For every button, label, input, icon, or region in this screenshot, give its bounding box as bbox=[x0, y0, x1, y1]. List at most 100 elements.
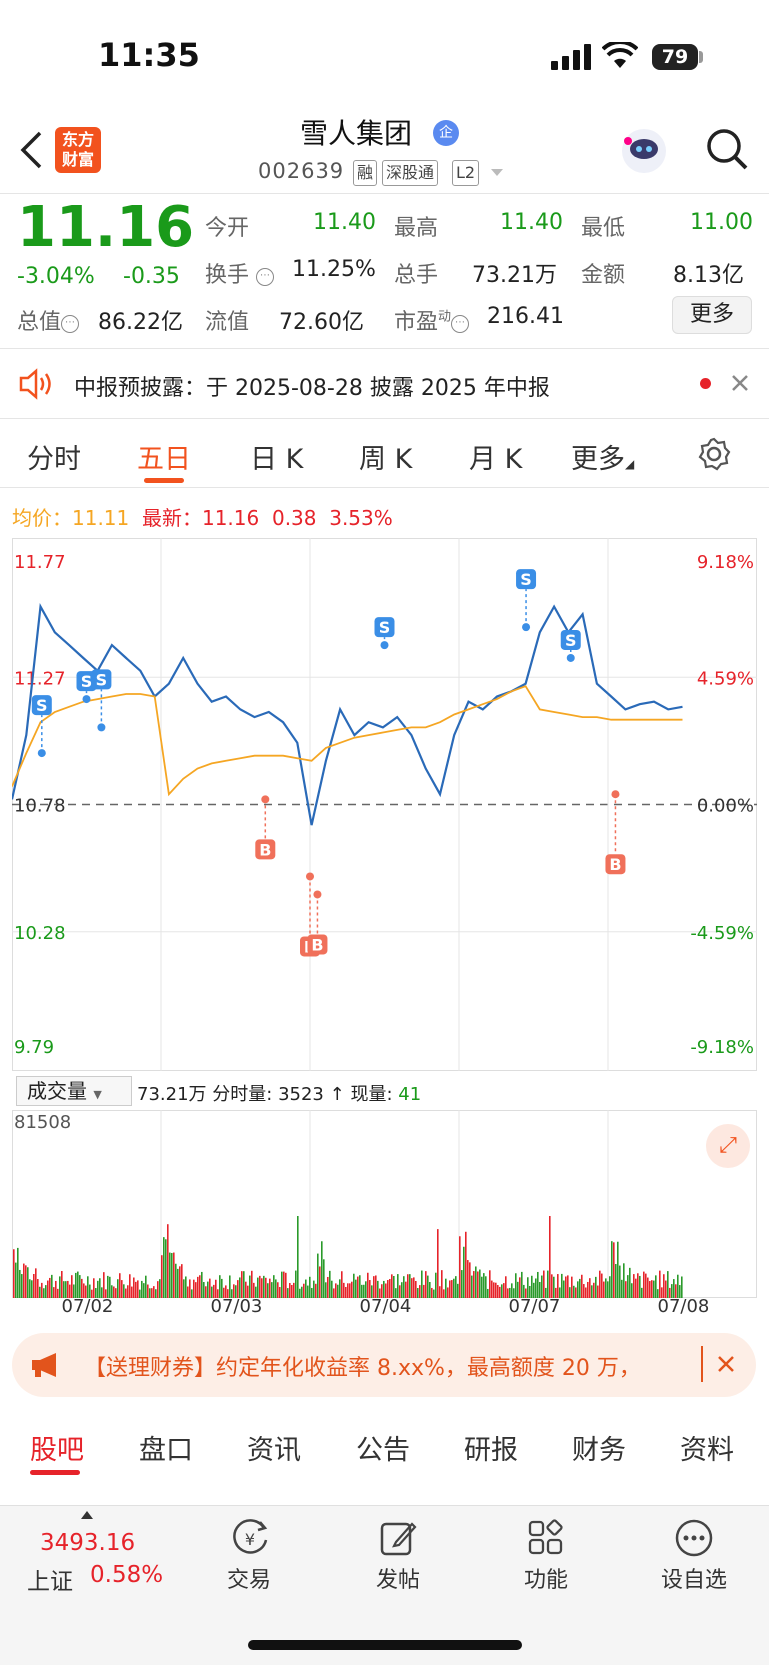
open-value: 11.40 bbox=[313, 210, 376, 235]
status-time: 11:35 bbox=[98, 36, 200, 74]
stock-code: 002639 bbox=[258, 159, 345, 183]
tab-monthly-k[interactable]: 月 K bbox=[469, 437, 522, 476]
volume-bar bbox=[463, 1246, 465, 1298]
trade-icon[interactable]: ¥ bbox=[230, 1518, 270, 1558]
more-button[interactable]: 更多 bbox=[672, 296, 752, 334]
volume-bar bbox=[485, 1276, 487, 1298]
volume-bar bbox=[393, 1276, 395, 1298]
expand-icon[interactable]: ⤢ bbox=[706, 1124, 750, 1168]
volume-bar bbox=[567, 1275, 569, 1298]
volume-bar bbox=[611, 1241, 613, 1298]
chevron-down-icon[interactable] bbox=[490, 168, 504, 178]
high-value: 11.40 bbox=[500, 210, 563, 235]
index-value[interactable]: 3493.16 bbox=[40, 1530, 135, 1556]
tab-news[interactable]: 资讯 bbox=[247, 1428, 301, 1467]
tab-five-day[interactable]: 五日 bbox=[137, 437, 191, 476]
volume-bar bbox=[541, 1275, 543, 1298]
divider bbox=[0, 348, 769, 349]
marker-dot bbox=[261, 795, 270, 804]
volume-bar bbox=[283, 1271, 285, 1298]
volume-bar bbox=[181, 1264, 183, 1298]
volume-bar bbox=[133, 1277, 135, 1298]
y-tick-label-left: 10.28 bbox=[14, 923, 66, 944]
volume-frame bbox=[12, 1110, 757, 1298]
index-pct[interactable]: 0.58% bbox=[90, 1562, 163, 1588]
banner-divider bbox=[701, 1346, 703, 1382]
close-icon[interactable] bbox=[717, 1355, 735, 1373]
nav-trade[interactable]: 交易 bbox=[199, 1562, 299, 1594]
volume-bar bbox=[17, 1247, 19, 1298]
volume-chart[interactable] bbox=[12, 1110, 757, 1298]
chevron-up-icon[interactable] bbox=[80, 1510, 94, 1520]
volume-bar bbox=[553, 1276, 555, 1298]
close-icon[interactable] bbox=[731, 374, 749, 392]
marker-dot bbox=[313, 890, 322, 899]
info-icon[interactable]: ⋯ bbox=[451, 315, 470, 333]
low-value: 11.00 bbox=[690, 210, 753, 235]
wifi-icon bbox=[602, 42, 638, 68]
volume-bar bbox=[623, 1263, 625, 1298]
info-icon[interactable]: ⋯ bbox=[61, 315, 80, 333]
volume-bar bbox=[281, 1271, 283, 1298]
volume-bar bbox=[527, 1277, 529, 1298]
functions-icon[interactable] bbox=[526, 1518, 566, 1558]
megaphone-icon bbox=[32, 1353, 56, 1377]
stock-title: 雪人集团 bbox=[300, 117, 413, 150]
volume-bar bbox=[321, 1241, 323, 1298]
volume-bar bbox=[175, 1263, 177, 1298]
nav-watchlist[interactable]: 设自选 bbox=[644, 1562, 744, 1594]
volume-bar bbox=[427, 1275, 429, 1298]
volume-bar bbox=[79, 1275, 81, 1298]
volume-bar bbox=[129, 1274, 131, 1298]
volume-bar bbox=[249, 1275, 251, 1298]
volume-bar bbox=[613, 1242, 615, 1298]
volume-bar bbox=[103, 1272, 105, 1298]
pe-label: 市盈动 ⋯ bbox=[394, 304, 470, 336]
nav-post[interactable]: 发帖 bbox=[348, 1562, 448, 1594]
tab-weekly-k[interactable]: 周 K bbox=[359, 437, 412, 476]
info-icon[interactable]: ⋯ bbox=[256, 268, 275, 286]
volume-bar bbox=[357, 1276, 359, 1298]
volume-bar bbox=[465, 1231, 467, 1298]
volume-bar bbox=[173, 1252, 175, 1298]
indicator-select[interactable]: 成交量 ▼ bbox=[16, 1076, 132, 1106]
volume-bar bbox=[367, 1272, 369, 1298]
more-icon[interactable] bbox=[674, 1518, 714, 1558]
tab-forum[interactable]: 股吧 bbox=[30, 1428, 84, 1467]
x-tick-label: 07/08 bbox=[657, 1296, 710, 1317]
tab-research[interactable]: 研报 bbox=[464, 1428, 518, 1467]
volume-bar bbox=[627, 1275, 629, 1298]
volume-bar bbox=[75, 1272, 77, 1298]
tab-orderbook[interactable]: 盘口 bbox=[139, 1428, 193, 1467]
volume-bar bbox=[599, 1270, 601, 1298]
search-icon[interactable] bbox=[705, 127, 749, 171]
nav-functions[interactable]: 功能 bbox=[496, 1562, 596, 1594]
marker-label: S bbox=[565, 631, 577, 650]
volume-bar bbox=[471, 1275, 473, 1298]
settings-icon[interactable] bbox=[697, 437, 731, 471]
index-name[interactable]: 上证 bbox=[27, 1562, 73, 1596]
tab-announcements[interactable]: 公告 bbox=[356, 1428, 410, 1467]
notice-text[interactable]: 中报预披露：于 2025-08-28 披露 2025 年中报 bbox=[74, 370, 550, 402]
promo-text[interactable]: 【送理财券】约定年化收益率 8.xx%，最高额度 20 万， bbox=[84, 1350, 704, 1382]
tab-intraday[interactable]: 分时 bbox=[27, 437, 81, 476]
volume-bar bbox=[375, 1275, 377, 1298]
unread-dot bbox=[700, 378, 711, 389]
tab-daily-k[interactable]: 日 K bbox=[250, 437, 303, 476]
divider bbox=[0, 193, 769, 194]
volume-bar bbox=[473, 1271, 475, 1298]
tab-more[interactable]: 更多◢ bbox=[571, 437, 634, 476]
volume-bar bbox=[23, 1263, 25, 1298]
volume-bar bbox=[601, 1273, 603, 1298]
five-day-price-chart[interactable]: 11.77 11.27 10.78 10.28 9.79 9.18% 4.59% 0.00% -… bbox=[12, 538, 757, 1071]
volume-bar bbox=[179, 1266, 181, 1298]
tab-profile[interactable]: 资料 bbox=[680, 1428, 734, 1467]
volume-bar bbox=[51, 1274, 53, 1298]
robot-avatar-icon[interactable] bbox=[620, 127, 668, 175]
float-value: 72.60亿 bbox=[279, 310, 364, 335]
tab-finance[interactable]: 财务 bbox=[572, 1428, 626, 1467]
compose-icon[interactable] bbox=[378, 1518, 418, 1558]
volume-bar bbox=[481, 1276, 483, 1298]
back-icon[interactable] bbox=[18, 130, 44, 170]
volume-bar bbox=[353, 1273, 355, 1298]
